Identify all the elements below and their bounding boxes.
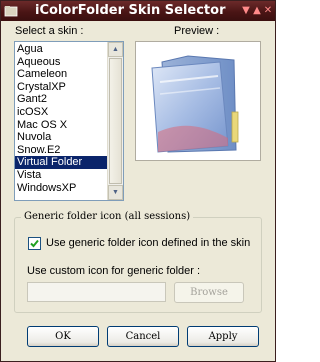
scroll-up-icon[interactable]: ▲ [108, 42, 123, 57]
preview-label: Preview : [174, 25, 220, 37]
window-title: iColorFolder Skin Selector [35, 3, 226, 18]
use-generic-label[interactable]: Use generic folder icon defined in the s… [46, 237, 250, 249]
list-scrollbar[interactable]: ▲ ▼ [107, 42, 123, 200]
skin-listbox[interactable]: Agua Aqueous Cameleon CrystalXP Gant2 icOSX Ma… [14, 41, 124, 201]
skin-preview [135, 41, 261, 161]
skin-list-item[interactable]: Nuvola [15, 131, 107, 144]
skin-list-item[interactable]: Vista [15, 169, 107, 182]
scroll-thumb[interactable] [109, 58, 122, 184]
use-generic-checkbox[interactable] [28, 237, 41, 250]
ok-button[interactable]: OK [27, 326, 99, 347]
skin-list-item[interactable]: Snow.E2 [15, 144, 107, 157]
skin-list-item[interactable]: Mac OS X [15, 119, 107, 132]
cancel-button[interactable]: Cancel [107, 326, 179, 347]
checkmark-icon [30, 239, 39, 248]
scroll-down-icon[interactable]: ▼ [108, 185, 123, 200]
folder-app-icon[interactable] [4, 4, 18, 18]
apply-button[interactable]: Apply [187, 326, 259, 347]
client-area: Select a skin : Preview : Agua Aqueous Cam… [1, 21, 275, 361]
folder-preview-icon [151, 55, 239, 153]
skin-list-item[interactable]: Virtual Folder [15, 156, 107, 169]
skin-list-item[interactable]: WindowsXP [15, 182, 107, 195]
custom-icon-label: Use custom icon for generic folder : [27, 265, 201, 277]
skin-list-item[interactable]: Agua [15, 43, 107, 56]
skin-list-item[interactable]: CrystalXP [15, 81, 107, 94]
skin-selector-window: iColorFolder Skin Selector ▼ ▲ ✕ Select … [0, 0, 276, 362]
generic-group-label: Generic folder icon (all sessions) [21, 211, 194, 222]
skin-list-item[interactable]: Cameleon [15, 68, 107, 81]
title-bar[interactable]: iColorFolder Skin Selector ▼ ▲ ✕ [1, 1, 275, 21]
custom-icon-input[interactable] [27, 282, 166, 302]
skin-list-item[interactable]: Gant2 [15, 93, 107, 106]
close-icon[interactable]: ✕ [262, 5, 274, 17]
skin-list-item[interactable]: icOSX [15, 106, 107, 119]
browse-button[interactable]: Browse [174, 282, 244, 303]
select-skin-label: Select a skin : [15, 25, 84, 37]
skin-list: Agua Aqueous Cameleon CrystalXP Gant2 icOSX Ma… [15, 43, 107, 194]
skin-list-item[interactable]: Aqueous [15, 56, 107, 69]
